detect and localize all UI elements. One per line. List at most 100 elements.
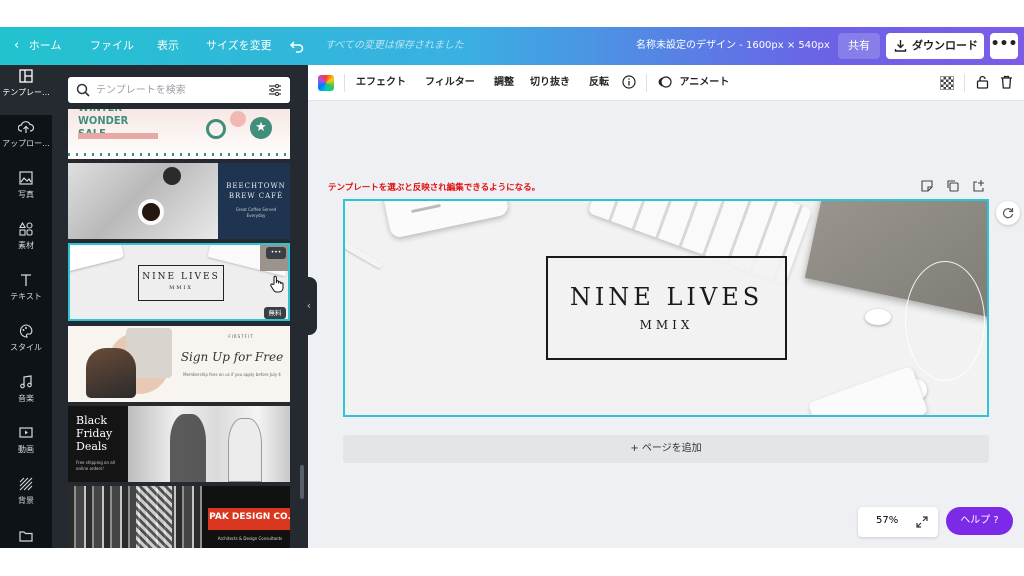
search-icon xyxy=(76,83,90,97)
design-subtitle[interactable]: MMIX xyxy=(546,318,787,332)
template-title: Black Friday Deals xyxy=(76,414,113,453)
color-picker-button[interactable] xyxy=(318,75,334,91)
collapse-panel-button[interactable]: ‹ xyxy=(301,277,317,335)
home-label: ホーム xyxy=(28,39,62,52)
rail-item-elements[interactable]: 素材 xyxy=(0,218,52,268)
background-icon xyxy=(0,473,52,495)
rail-label: 動画 xyxy=(18,445,34,454)
add-page-icon[interactable] xyxy=(972,179,986,193)
undo-button[interactable] xyxy=(289,27,304,65)
style-icon xyxy=(0,320,52,342)
top-bar: ‹ ホーム ファイル 表示 サイズを変更 すべての変更は保存されました 名称未設… xyxy=(0,27,1024,65)
download-button[interactable]: ダウンロード xyxy=(886,33,984,59)
file-menu[interactable]: ファイル xyxy=(90,27,134,65)
folder-icon xyxy=(0,525,52,547)
rail-item-videos[interactable]: 動画 xyxy=(0,422,52,472)
expand-icon[interactable] xyxy=(916,516,928,528)
refresh-icon xyxy=(1002,208,1014,219)
rail-label: アップロー... xyxy=(2,139,50,148)
template-more-button[interactable]: ••• xyxy=(266,247,286,259)
duplicate-page-icon[interactable] xyxy=(946,179,960,193)
rail-item-templates[interactable]: テンプレー... xyxy=(0,65,52,115)
search-input[interactable] xyxy=(96,81,261,99)
photo-icon xyxy=(0,167,52,189)
template-caption: Membership fees on us if you apply befor… xyxy=(183,372,281,377)
rail-item-text[interactable]: テキスト xyxy=(0,269,52,319)
lock-icon xyxy=(976,75,989,89)
free-badge: 無料 xyxy=(264,307,286,319)
resize-menu[interactable]: サイズを変更 xyxy=(206,27,272,65)
info-icon xyxy=(622,75,636,89)
notes-icon[interactable] xyxy=(920,179,934,193)
editor-toolbar: エフェクト フィルター 調整 切り抜き 反転 アニメート xyxy=(308,65,1024,101)
filter-icon[interactable] xyxy=(268,83,282,97)
zoom-control[interactable]: 57% xyxy=(858,507,938,537)
template-title: NINE LIVES xyxy=(142,272,220,282)
music-icon xyxy=(0,371,52,393)
template-thumbnail-signup[interactable]: FIRSTFIT Sign Up for Free Membership fee… xyxy=(68,326,290,402)
animate-icon xyxy=(658,76,672,88)
filter-button[interactable]: フィルター xyxy=(425,65,475,101)
share-button[interactable]: 共有 xyxy=(838,33,880,59)
rail-item-folder[interactable] xyxy=(0,525,52,548)
video-icon xyxy=(0,422,52,444)
template-icon xyxy=(0,65,52,87)
template-title: BEECHTOWN BREW CAFÉ xyxy=(226,182,286,200)
template-caption: Great Coffee Served Everyday xyxy=(235,207,277,218)
rotate-handle[interactable] xyxy=(996,201,1020,225)
flip-button[interactable]: 反転 xyxy=(589,65,609,101)
adjust-button[interactable]: 調整 xyxy=(494,65,514,101)
rail-label: 音楽 xyxy=(18,394,34,403)
template-thumbnail-black-friday[interactable]: Black Friday Deals Free shipping on all … xyxy=(68,406,290,482)
template-brand: FIRSTFIT xyxy=(228,334,254,339)
ornament-icon xyxy=(230,111,246,127)
template-search[interactable] xyxy=(68,77,290,103)
rail-label: スタイル xyxy=(10,343,42,352)
trash-icon xyxy=(1001,75,1012,89)
info-button[interactable] xyxy=(622,65,636,101)
hand-cursor-icon xyxy=(270,275,284,293)
more-options-button[interactable]: ••• xyxy=(990,33,1018,59)
rail-label: 写真 xyxy=(18,190,34,199)
chevron-left-icon: ‹ xyxy=(306,299,312,312)
chevron-left-icon: ‹ xyxy=(14,38,20,53)
download-label: ダウンロード xyxy=(912,39,978,52)
template-thumbnail-brew-cafe[interactable]: BEECHTOWN BREW CAFÉ Great Coffee Served … xyxy=(68,163,290,239)
elements-icon xyxy=(0,218,52,240)
rail-item-photos[interactable]: 写真 xyxy=(0,167,52,217)
animate-button[interactable]: アニメート xyxy=(658,65,729,101)
view-menu[interactable]: 表示 xyxy=(157,27,179,65)
star-ornament-icon: ★ xyxy=(250,117,272,139)
template-thumbnail-winter-sale[interactable]: WINTER WONDER SALE ★ xyxy=(68,109,290,159)
effects-button[interactable]: エフェクト xyxy=(356,65,406,101)
side-navigation: テンプレー... アップロー... 写真 素材 テキスト スタイル 音楽 動画 … xyxy=(0,65,52,548)
template-thumbnail-pak-design[interactable]: PAK DESIGN CO. Architects & Design Consu… xyxy=(68,486,290,548)
rail-item-uploads[interactable]: アップロー... xyxy=(0,116,52,166)
add-page-button[interactable]: + ページを追加 xyxy=(343,435,989,463)
text-icon xyxy=(0,269,52,291)
design-page[interactable]: NINE LIVES MMIX xyxy=(343,199,989,417)
home-button[interactable]: ‹ ホーム xyxy=(14,27,61,65)
rail-item-styles[interactable]: スタイル xyxy=(0,320,52,370)
rail-item-music[interactable]: 音楽 xyxy=(0,371,52,421)
document-title[interactable]: 名称未設定のデザイン - 1600px × 540px xyxy=(636,27,830,65)
transparency-button[interactable] xyxy=(940,76,954,90)
template-panel: WINTER WONDER SALE ★ BEECHTOWN BREW CAFÉ… xyxy=(52,65,308,548)
zoom-level[interactable]: 57% xyxy=(876,515,898,526)
design-title[interactable]: NINE LIVES xyxy=(546,283,787,311)
template-caption: Architects & Design Consultants xyxy=(217,536,283,541)
delete-button[interactable] xyxy=(1000,65,1013,101)
undo-icon xyxy=(289,41,304,53)
upload-icon xyxy=(0,116,52,138)
template-title: Sign Up for Free xyxy=(180,350,284,364)
panel-scrollbar[interactable] xyxy=(300,465,304,499)
lock-button[interactable] xyxy=(976,65,989,101)
template-title: PAK DESIGN CO. xyxy=(209,512,290,522)
rail-label: 背景 xyxy=(18,496,34,505)
template-thumbnail-nine-lives[interactable]: NINE LIVES MMIX ••• 無料 xyxy=(68,243,290,321)
animate-label: アニメート xyxy=(679,77,730,88)
template-caption: Free shipping on all online orders! xyxy=(76,460,115,471)
help-button[interactable]: ヘルプ ? xyxy=(946,507,1013,535)
rail-item-backgrounds[interactable]: 背景 xyxy=(0,473,52,523)
crop-button[interactable]: 切り抜き xyxy=(530,65,570,101)
